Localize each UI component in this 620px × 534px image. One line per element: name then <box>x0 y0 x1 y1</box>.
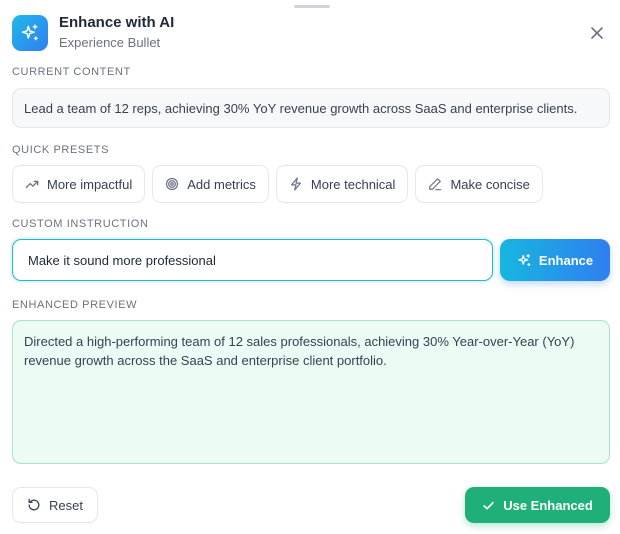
preset-label: More technical <box>310 176 396 192</box>
dialog-title: Enhance with AI <box>59 14 175 31</box>
check-icon <box>483 501 494 510</box>
sparkles-icon <box>12 15 48 51</box>
drag-handle[interactable] <box>294 5 330 8</box>
lightning-icon <box>290 177 301 191</box>
enhance-button-label: Enhance <box>538 252 594 268</box>
use-enhanced-button[interactable]: Use Enhanced <box>465 487 610 523</box>
preset-make-concise-button[interactable]: Make concise <box>415 165 543 203</box>
quick-presets-label: QUICK PRESETS <box>12 144 110 156</box>
use-enhanced-button-label: Use Enhanced <box>503 497 593 513</box>
dialog-subtitle: Experience Bullet <box>59 35 161 50</box>
preset-label: More impactful <box>47 176 133 192</box>
current-content-text: Lead a team of 12 reps, achieving 30% Yo… <box>12 88 610 128</box>
preset-label: Make concise <box>450 176 530 192</box>
reset-button-label: Reset <box>49 497 83 513</box>
current-content-label: CURRENT CONTENT <box>12 66 131 78</box>
preset-add-metrics-button[interactable]: Add metrics <box>152 165 269 203</box>
close-icon <box>591 27 603 39</box>
preset-label: Add metrics <box>187 176 256 192</box>
pencil-icon <box>429 178 442 191</box>
preset-more-technical-button[interactable]: More technical <box>275 165 409 203</box>
enhance-button[interactable]: Enhance <box>500 239 610 281</box>
enhanced-preview-label: ENHANCED PREVIEW <box>12 299 138 311</box>
trending-up-icon <box>25 180 39 189</box>
quick-presets: More impactful Add metrics More technica… <box>12 165 543 203</box>
close-button[interactable] <box>584 20 610 46</box>
custom-instruction-label: CUSTOM INSTRUCTION <box>12 218 149 230</box>
reset-button[interactable]: Reset <box>12 487 98 523</box>
enhanced-preview-text: Directed a high-performing team of 12 sa… <box>12 320 610 464</box>
sparkles-icon <box>518 253 531 266</box>
custom-instruction-input[interactable] <box>12 239 493 281</box>
preset-more-impactful-button[interactable]: More impactful <box>12 165 146 203</box>
target-icon <box>166 177 179 191</box>
reset-icon <box>28 498 40 511</box>
